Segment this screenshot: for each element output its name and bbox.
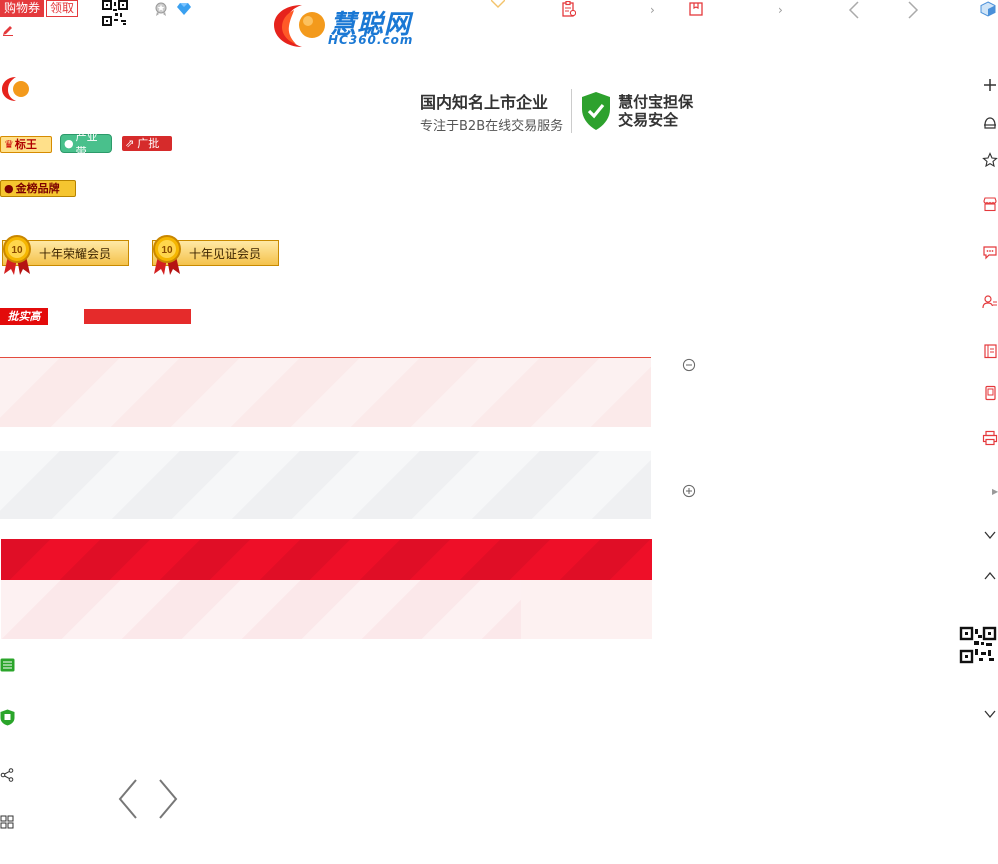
- cube-icon[interactable]: [980, 1, 996, 17]
- expand-icon[interactable]: [682, 484, 696, 498]
- qr-code-icon[interactable]: [959, 626, 997, 664]
- logo-domain: HC360.com: [328, 33, 414, 47]
- star-icon[interactable]: [982, 152, 998, 168]
- helmet-icon[interactable]: [982, 116, 998, 132]
- biaowang-label: 标王: [14, 138, 37, 151]
- coupon-label: 购物券: [0, 0, 45, 17]
- award-number: 10: [11, 245, 23, 256]
- chevron-right-icon[interactable]: ›: [778, 3, 783, 17]
- caret-right-icon[interactable]: ▶: [992, 487, 998, 496]
- chat-icon[interactable]: [982, 244, 998, 260]
- promo-right2: 交易安全: [618, 111, 679, 129]
- image-placeholder-panel: [0, 358, 651, 427]
- printer-icon[interactable]: [982, 430, 998, 446]
- diamond-icon: [177, 3, 191, 15]
- share-icon[interactable]: [0, 768, 14, 782]
- hc360-small-logo: [2, 77, 29, 101]
- gallery-next-icon[interactable]: [157, 778, 179, 820]
- panel-side-block: [521, 580, 652, 639]
- coupon-claim-button[interactable]: 领取: [46, 0, 79, 17]
- prev-arrow-icon[interactable]: [846, 0, 862, 20]
- location-pin-icon: ●: [64, 137, 74, 150]
- share-out-icon: ⇗: [125, 137, 135, 150]
- guangpi-label: 广批: [137, 137, 160, 150]
- chandai-badge[interactable]: ● 产业带: [60, 130, 112, 158]
- medal-icon: [155, 2, 167, 16]
- plus-icon[interactable]: [982, 77, 998, 93]
- promo-banner: 国内知名上市企业 专注于B2B在线交易服务 慧付宝担保 交易安全: [420, 88, 702, 134]
- coupon-widget[interactable]: 购物券 领取: [0, 0, 79, 17]
- catalog-icon[interactable]: [982, 343, 998, 359]
- jinbang-badge[interactable]: ● 金榜品牌: [0, 180, 76, 197]
- guangpi-badge[interactable]: ⇗ 广批: [122, 136, 172, 151]
- medal-small-icon: ●: [4, 182, 14, 195]
- chevron-right-icon[interactable]: ›: [650, 3, 655, 17]
- promo-right: 慧付宝担保 交易安全: [618, 93, 693, 129]
- pen-icon: [3, 26, 13, 36]
- red-banner-panel: [1, 539, 652, 580]
- chevron-up-icon[interactable]: [982, 568, 998, 584]
- collapse-icon[interactable]: [682, 358, 696, 372]
- crown-icon: ♛: [4, 138, 14, 151]
- red-strip-banner: [84, 309, 191, 324]
- pishi-badge[interactable]: 批实高: [0, 308, 48, 325]
- promo-divider: [571, 89, 573, 133]
- package-icon[interactable]: [689, 1, 703, 16]
- gallery-prev-icon[interactable]: [117, 778, 139, 820]
- image-placeholder-panel: [0, 451, 651, 519]
- promo-line2: 专注于B2B在线交易服务: [420, 118, 564, 134]
- phone-icon[interactable]: [982, 385, 998, 401]
- chandai-label: 产业带: [75, 129, 98, 158]
- promo-left: 国内知名上市企业 专注于B2B在线交易服务: [420, 89, 563, 134]
- next-arrow-icon[interactable]: [905, 0, 921, 20]
- biaowang-badge[interactable]: ♛ 标王: [0, 136, 52, 153]
- qr-code-icon[interactable]: [102, 0, 128, 26]
- guarantee-shield-icon[interactable]: [0, 709, 15, 726]
- grid-icon[interactable]: [0, 815, 14, 829]
- jinbang-label: 金榜品牌: [15, 182, 60, 195]
- store-icon[interactable]: [982, 196, 998, 212]
- contact-icon[interactable]: [982, 294, 998, 310]
- document-icon[interactable]: [562, 1, 576, 17]
- ribbon-10-icon: 10: [3, 235, 31, 275]
- promo-line1: 国内知名上市企业: [420, 92, 549, 112]
- list-icon[interactable]: [0, 658, 15, 672]
- ribbon-10-icon: 10: [153, 235, 181, 275]
- shield-check-icon: [582, 92, 611, 130]
- award-number: 10: [161, 245, 173, 256]
- chevron-down-icon[interactable]: [982, 527, 998, 543]
- diamond-outline-icon: [491, 0, 505, 8]
- chevron-down-icon[interactable]: [982, 706, 998, 722]
- promo-right1: 慧付宝担保: [618, 93, 694, 111]
